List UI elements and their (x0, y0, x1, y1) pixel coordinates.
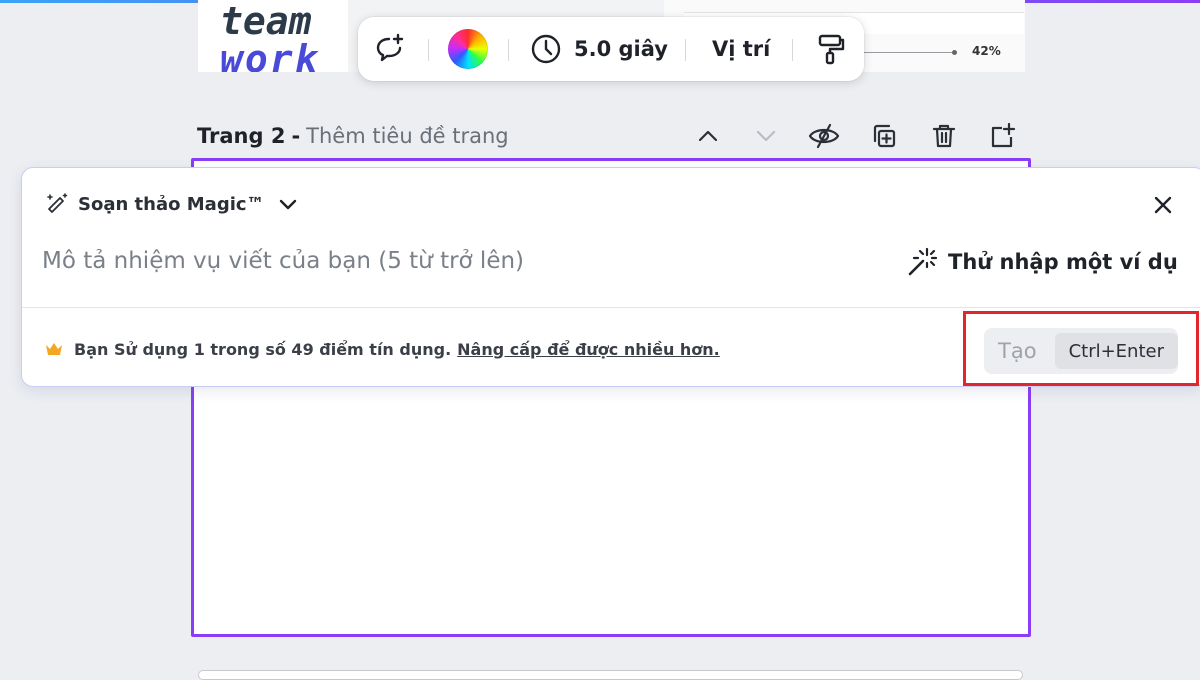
toolbar-separator (508, 39, 509, 61)
duration-button[interactable]: 5.0 giây (528, 31, 668, 67)
crown-icon (46, 343, 62, 355)
chevron-up-icon (698, 130, 718, 142)
trash-icon (932, 124, 956, 148)
delete-page-button[interactable] (926, 118, 962, 154)
paint-roller-icon (818, 34, 845, 65)
position-button[interactable]: Vị trí (712, 31, 770, 67)
add-page-button[interactable] (984, 118, 1020, 154)
upgrade-link[interactable]: Nâng cấp để được nhiều hơn. (457, 340, 720, 359)
page-title-input[interactable]: Thêm tiêu đề trang (306, 124, 508, 148)
duplicate-page-icon (873, 124, 896, 148)
eye-hide-icon (808, 123, 840, 149)
toolbar-separator (428, 39, 429, 61)
thumbnail-text-work: work (220, 37, 320, 72)
move-page-down-button[interactable] (748, 118, 784, 154)
copy-style-button[interactable] (812, 31, 848, 67)
color-wheel-icon (448, 29, 488, 69)
magic-write-header[interactable]: Soạn thảo Magic™ (46, 190, 299, 218)
page-header: Trang 2 - Thêm tiêu đề trang (197, 121, 509, 151)
try-example-label: Thử nhập một ví dụ (948, 250, 1178, 274)
credits-text: Bạn Sử dụng 1 trong số 49 điểm tín dụng. (74, 339, 452, 359)
chevron-down-icon (756, 130, 776, 142)
zoom-percent: 42% (972, 44, 1001, 58)
position-label: Vị trí (712, 37, 771, 61)
magic-pen-icon (47, 193, 68, 213)
clock-icon (531, 34, 561, 64)
try-example-button[interactable]: Thử nhập một ví dụ (906, 244, 1178, 280)
magic-write-title: Soạn thảo Magic™ (78, 193, 265, 215)
color-picker-button[interactable] (448, 29, 488, 69)
panel-divider (22, 307, 1200, 308)
page-number: Trang 2 (197, 124, 286, 148)
zoom-slider-knob (952, 50, 957, 55)
move-page-up-button[interactable] (690, 118, 726, 154)
magic-wand-icon (908, 247, 938, 276)
page-title-separator: - (291, 124, 301, 148)
zoom-slider-track (864, 52, 954, 53)
element-toolbar: 5.0 giây Vị trí (358, 17, 864, 81)
duplicate-page-button[interactable] (866, 118, 902, 154)
close-icon (1154, 196, 1172, 214)
page-actions (690, 118, 1030, 154)
next-page-preview[interactable] (198, 670, 1023, 680)
chevron-down-icon[interactable] (277, 193, 299, 215)
prompt-input[interactable] (42, 242, 882, 280)
thumbnail-text-team: team (220, 0, 312, 43)
duration-label: 5.0 giây (574, 37, 668, 61)
highlight-box (963, 311, 1199, 386)
close-button[interactable] (1146, 188, 1180, 222)
add-page-icon (991, 122, 1016, 148)
team-work-graphic: team work (198, 0, 348, 72)
credits-info: Bạn Sử dụng 1 trong số 49 điểm tín dụng.… (44, 336, 720, 362)
add-comment-icon (376, 33, 404, 62)
toolbar-separator (792, 39, 793, 61)
add-comment-button[interactable] (372, 31, 408, 67)
hide-page-button[interactable] (806, 118, 842, 154)
toolbar-separator (685, 39, 686, 61)
